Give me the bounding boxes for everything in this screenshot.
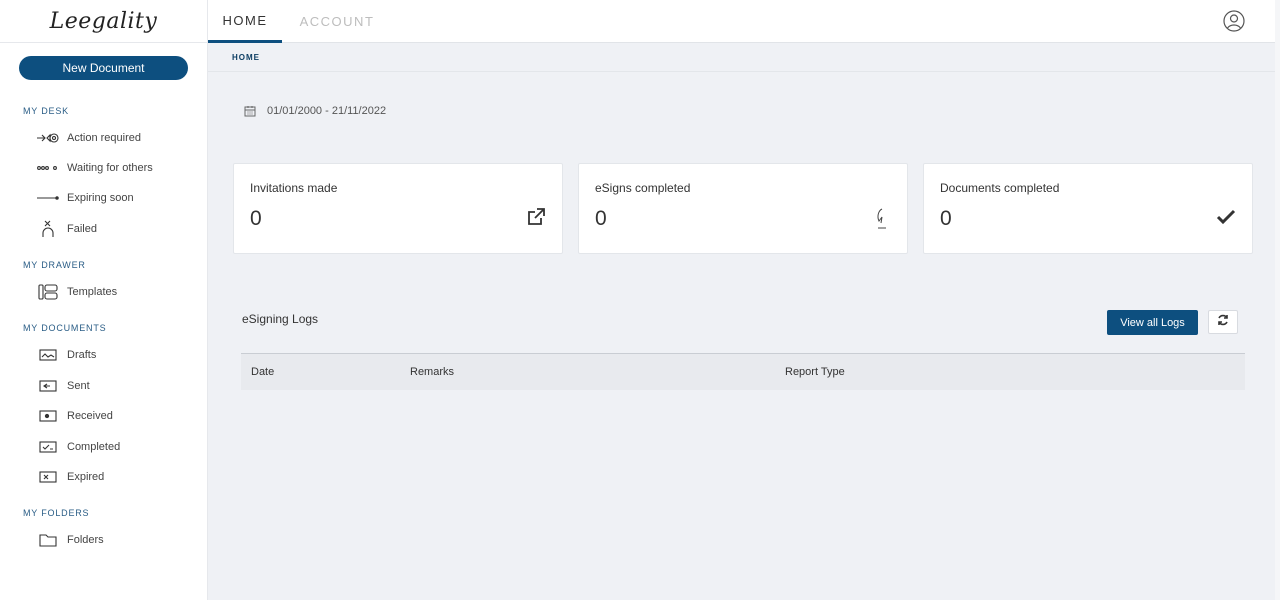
sidebar-item-waiting[interactable]: Waiting for others: [36, 157, 196, 179]
sidebar-item-received[interactable]: Received: [36, 405, 196, 427]
sidebar-item-label: Waiting for others: [67, 162, 153, 174]
sidebar-item-label: Drafts: [67, 349, 97, 361]
breadcrumb[interactable]: HOME: [232, 53, 260, 62]
refresh-icon: [1217, 313, 1229, 331]
folder-icon: [36, 532, 60, 548]
new-document-button[interactable]: New Document: [19, 56, 188, 80]
failed-icon: [36, 220, 60, 237]
column-header-report-type: Report Type: [785, 366, 845, 378]
card-value: 0: [940, 207, 952, 230]
sidebar-item-label: Expired: [67, 471, 105, 483]
card-esigns-completed[interactable]: eSigns completed 0: [578, 163, 908, 254]
sidebar: Leegality New Document MY DESK Action re…: [0, 0, 208, 600]
section-my-documents: MY DOCUMENTS: [23, 323, 107, 333]
external-link-icon: [526, 207, 546, 229]
sidebar-item-label: Folders: [67, 534, 104, 546]
card-value: 0: [595, 207, 607, 230]
received-icon: [36, 408, 60, 424]
sent-icon: [36, 378, 60, 394]
app-logo[interactable]: Leegality: [0, 0, 207, 43]
action-required-icon: [36, 130, 60, 146]
sidebar-item-completed[interactable]: Completed: [36, 436, 196, 458]
breadcrumb-bar: HOME: [208, 43, 1280, 72]
date-range-picker[interactable]: 01/01/2000 - 21/11/2022: [244, 105, 386, 117]
drafts-icon: [36, 347, 60, 363]
logo-text: Leegality: [49, 8, 158, 34]
sidebar-item-failed[interactable]: Failed: [36, 218, 196, 240]
section-my-folders: MY FOLDERS: [23, 508, 90, 518]
card-invitations-made[interactable]: Invitations made 0: [233, 163, 563, 254]
scrollbar[interactable]: [1275, 0, 1280, 600]
sidebar-item-templates[interactable]: Templates: [36, 281, 196, 303]
esign-pen-icon: [871, 207, 891, 229]
column-header-remarks: Remarks: [410, 366, 455, 378]
date-range-value: 01/01/2000 - 21/11/2022: [267, 105, 387, 117]
calendar-icon: [244, 105, 256, 117]
expiring-icon: [36, 190, 60, 206]
templates-icon: [36, 284, 60, 300]
sidebar-item-action-required[interactable]: Action required: [36, 127, 196, 149]
checkmark-icon: [1216, 207, 1236, 229]
card-value: 0: [250, 207, 262, 230]
sidebar-item-expiring[interactable]: Expiring soon: [36, 187, 196, 209]
tab-account[interactable]: ACCOUNT: [300, 0, 373, 43]
sidebar-item-label: Received: [67, 410, 113, 422]
user-profile-icon[interactable]: [1223, 10, 1245, 32]
card-title: Invitations made: [250, 181, 338, 195]
column-header-date: Date: [251, 366, 275, 378]
sidebar-item-label: Templates: [67, 286, 118, 298]
section-my-drawer: MY DRAWER: [23, 260, 86, 270]
sidebar-item-label: Completed: [67, 441, 121, 453]
card-title: eSigns completed: [595, 181, 691, 195]
sidebar-item-label: Sent: [67, 380, 90, 392]
sidebar-item-label: Failed: [67, 223, 97, 235]
sidebar-item-label: Expiring soon: [67, 192, 134, 204]
sidebar-item-label: Action required: [67, 132, 141, 144]
card-documents-completed[interactable]: Documents completed 0: [923, 163, 1253, 254]
top-navigation: HOME ACCOUNT: [208, 0, 1280, 43]
waiting-icon: [36, 160, 60, 176]
sidebar-item-sent[interactable]: Sent: [36, 375, 196, 397]
refresh-button[interactable]: [1208, 310, 1238, 334]
expired-icon: [36, 469, 60, 485]
logs-table-header: Date Remarks Report Type: [241, 353, 1245, 390]
tab-home[interactable]: HOME: [208, 0, 282, 43]
sidebar-item-folders[interactable]: Folders: [36, 529, 196, 551]
esigning-logs-title: eSigning Logs: [242, 312, 319, 326]
view-all-logs-button[interactable]: View all Logs: [1107, 310, 1198, 335]
sidebar-item-drafts[interactable]: Drafts: [36, 344, 196, 366]
sidebar-item-expired[interactable]: Expired: [36, 466, 196, 488]
completed-icon: [36, 439, 60, 455]
section-my-desk: MY DESK: [23, 106, 69, 116]
card-title: Documents completed: [940, 181, 1060, 195]
